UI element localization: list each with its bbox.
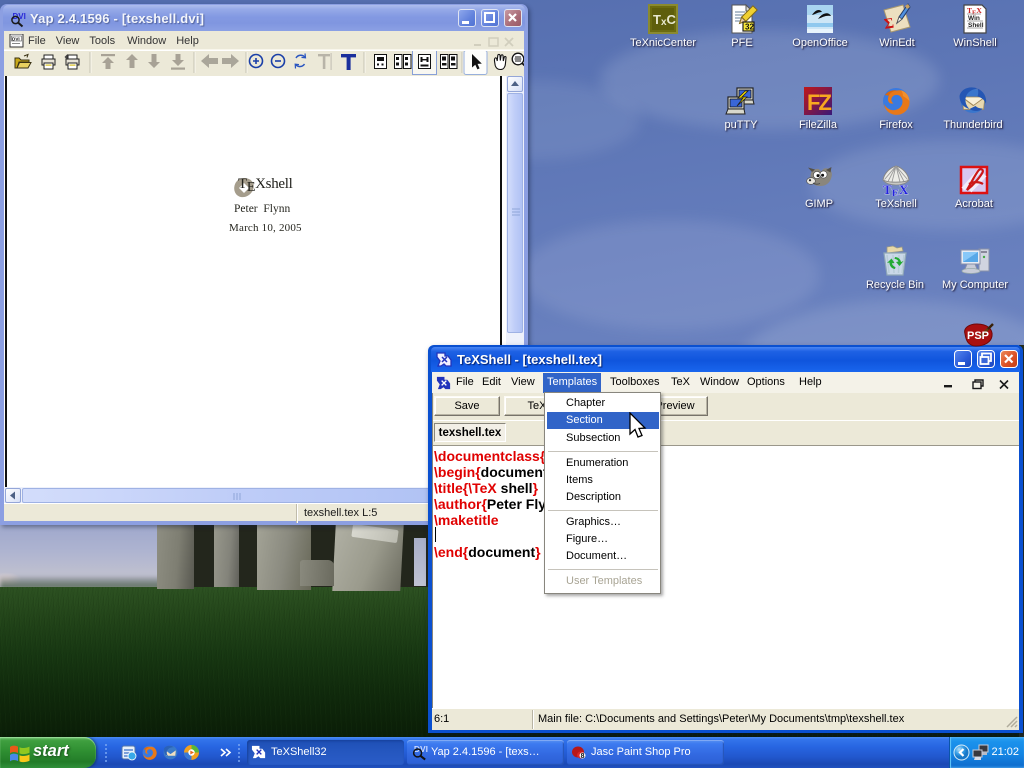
svg-text:PSP: PSP — [967, 330, 989, 342]
svg-text:FZ: FZ — [807, 90, 831, 115]
svg-text:8: 8 — [581, 753, 585, 760]
svg-text:DVI: DVI — [12, 36, 20, 41]
svg-text:32: 32 — [745, 23, 754, 32]
